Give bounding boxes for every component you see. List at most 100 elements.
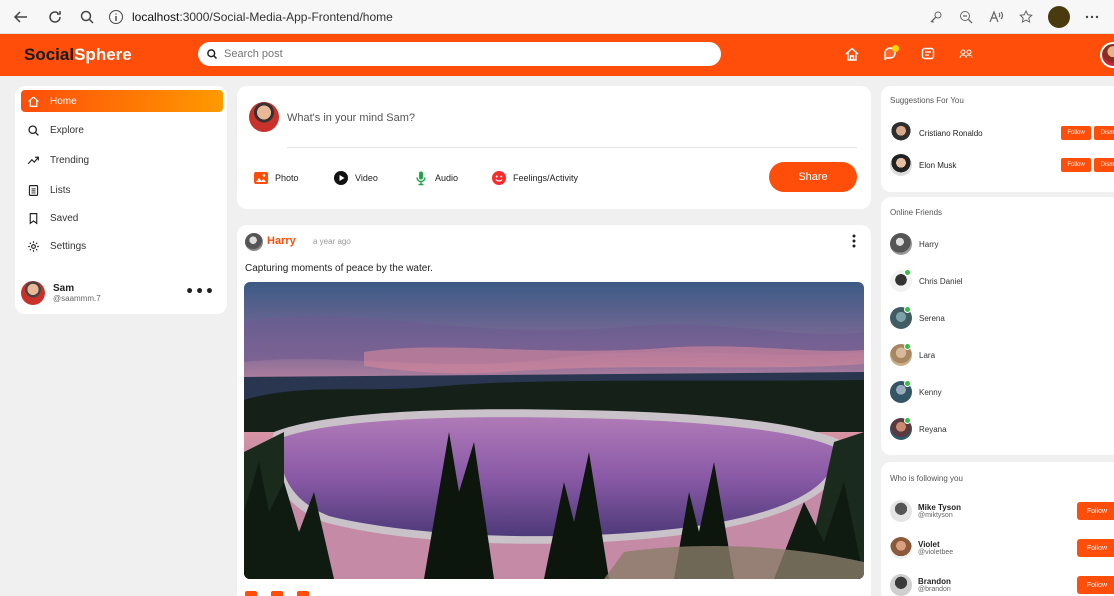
online-friend-row[interactable]: Reyana xyxy=(890,417,947,441)
sidebar-item-label: Lists xyxy=(50,184,71,196)
online-friend-row[interactable]: Chris Daniel xyxy=(890,269,963,293)
sidebar-item-label: Explore xyxy=(50,124,84,136)
avatar[interactable] xyxy=(890,500,912,522)
key-icon[interactable] xyxy=(928,9,944,25)
sidebar-item-trending[interactable]: Trending xyxy=(21,149,223,171)
dismiss-button[interactable]: Dism xyxy=(1094,158,1114,172)
suggestion-row: Cristiano Ronaldo xyxy=(890,121,983,145)
favorite-star-icon[interactable] xyxy=(1018,9,1034,25)
photo-icon xyxy=(254,172,268,184)
dismiss-button[interactable]: Dism xyxy=(1094,126,1114,140)
divider xyxy=(287,147,857,148)
follow-button[interactable]: Follow xyxy=(1061,126,1091,140)
avatar[interactable] xyxy=(245,233,263,251)
list-icon xyxy=(28,184,39,196)
search-icon xyxy=(28,124,39,136)
address-bar[interactable]: localhost:3000/Social-Media-App-Frontend… xyxy=(108,4,393,30)
sidebar-item-settings[interactable]: Settings xyxy=(21,235,223,257)
suggestions-panel: Suggestions For You Cristiano Ronaldo Fo… xyxy=(881,86,1114,192)
sidebar-user-card[interactable]: Sam @saammm.7 ••• xyxy=(21,278,223,308)
feelings-button[interactable]: Feelings/Activity xyxy=(491,170,578,186)
home-icon[interactable] xyxy=(842,44,862,64)
zoom-icon[interactable] xyxy=(958,9,974,25)
browser-profile-avatar[interactable] xyxy=(1048,6,1070,28)
smiley-icon xyxy=(492,171,506,185)
video-button[interactable]: Video xyxy=(333,170,378,186)
post-card: Harry a year ago Capturing moments of pe… xyxy=(237,225,871,596)
post-reactions xyxy=(245,591,309,596)
sidebar-item-lists[interactable]: Lists xyxy=(21,179,223,201)
post-composer: What's in your mind Sam? Photo Video Aud… xyxy=(237,86,871,209)
avatar[interactable] xyxy=(890,574,912,596)
more-icon[interactable] xyxy=(1084,9,1100,25)
user-handle: @saammm.7 xyxy=(53,294,101,303)
post-image[interactable] xyxy=(244,282,864,579)
search-bar xyxy=(198,42,721,66)
avatar[interactable] xyxy=(890,537,912,559)
online-status-dot xyxy=(904,343,911,350)
gear-icon xyxy=(28,240,39,252)
online-status-dot xyxy=(904,269,911,276)
user-avatar[interactable] xyxy=(1100,42,1114,68)
post-author[interactable]: Harry xyxy=(267,235,296,247)
photo-button[interactable]: Photo xyxy=(253,170,299,186)
left-sidebar: Home Explore Trending Lists Saved Settin… xyxy=(15,86,227,314)
sidebar-item-label: Trending xyxy=(50,154,90,166)
microphone-icon xyxy=(416,171,426,186)
share-button[interactable]: Share xyxy=(769,162,857,192)
kebab-menu-icon[interactable] xyxy=(849,233,859,249)
app-logo[interactable]: SocialSphere xyxy=(24,45,132,65)
like-icon[interactable] xyxy=(245,591,257,596)
avatar xyxy=(890,343,912,366)
sidebar-item-saved[interactable]: Saved xyxy=(21,207,223,229)
online-status-dot xyxy=(904,417,911,424)
share-icon[interactable] xyxy=(297,591,309,596)
avatar xyxy=(890,306,912,329)
reload-icon[interactable] xyxy=(44,6,66,28)
avatar xyxy=(21,281,45,305)
home-icon xyxy=(28,95,39,107)
navbar-icons xyxy=(842,44,976,64)
composer-input[interactable]: What's in your mind Sam? xyxy=(287,112,415,124)
online-friend-row[interactable]: Kenny xyxy=(890,380,942,404)
notifications-icon[interactable] xyxy=(880,44,900,64)
sidebar-item-label: Saved xyxy=(50,212,79,224)
online-friend-row[interactable]: Harry xyxy=(890,232,939,256)
url-text: localhost:3000/Social-Media-App-Frontend… xyxy=(132,9,393,24)
search-input[interactable] xyxy=(224,48,704,60)
follow-button[interactable]: Follow xyxy=(1077,502,1114,520)
followers-panel: Who is following you Mike Tyson @miktyso… xyxy=(881,462,1114,596)
post-caption: Capturing moments of peace by the water. xyxy=(245,263,433,274)
trending-icon xyxy=(27,156,39,164)
search-icon[interactable] xyxy=(76,6,98,28)
browser-right-tools xyxy=(928,6,1100,28)
audio-button[interactable]: Audio xyxy=(413,170,458,186)
sidebar-item-explore[interactable]: Explore xyxy=(21,119,223,141)
online-friend-row[interactable]: Lara xyxy=(890,343,935,367)
friends-icon[interactable] xyxy=(956,44,976,64)
follow-button[interactable]: Follow xyxy=(1077,576,1114,594)
avatar xyxy=(890,417,912,440)
avatar[interactable] xyxy=(890,122,912,144)
back-arrow-icon[interactable] xyxy=(10,6,32,28)
avatar[interactable] xyxy=(890,154,912,176)
avatar xyxy=(890,269,912,292)
notification-dot xyxy=(892,45,899,52)
more-options-icon[interactable]: ••• xyxy=(185,284,215,300)
avatar xyxy=(890,380,912,403)
info-icon[interactable] xyxy=(108,9,124,25)
follower-row: Violet @violetbee xyxy=(890,535,953,561)
panel-title: Who is following you xyxy=(890,474,963,483)
read-aloud-icon[interactable] xyxy=(988,9,1004,25)
follow-button[interactable]: Follow xyxy=(1077,539,1114,557)
online-status-dot xyxy=(904,306,911,313)
panel-title: Online Friends xyxy=(890,208,943,217)
post-time: a year ago xyxy=(313,237,351,246)
avatar xyxy=(249,102,279,132)
online-friend-row[interactable]: Serena xyxy=(890,306,945,330)
sidebar-item-home[interactable]: Home xyxy=(21,90,223,112)
comment-icon[interactable] xyxy=(271,591,283,596)
browser-toolbar: localhost:3000/Social-Media-App-Frontend… xyxy=(0,0,1114,34)
follow-button[interactable]: Follow xyxy=(1061,158,1091,172)
messages-icon[interactable] xyxy=(918,44,938,64)
